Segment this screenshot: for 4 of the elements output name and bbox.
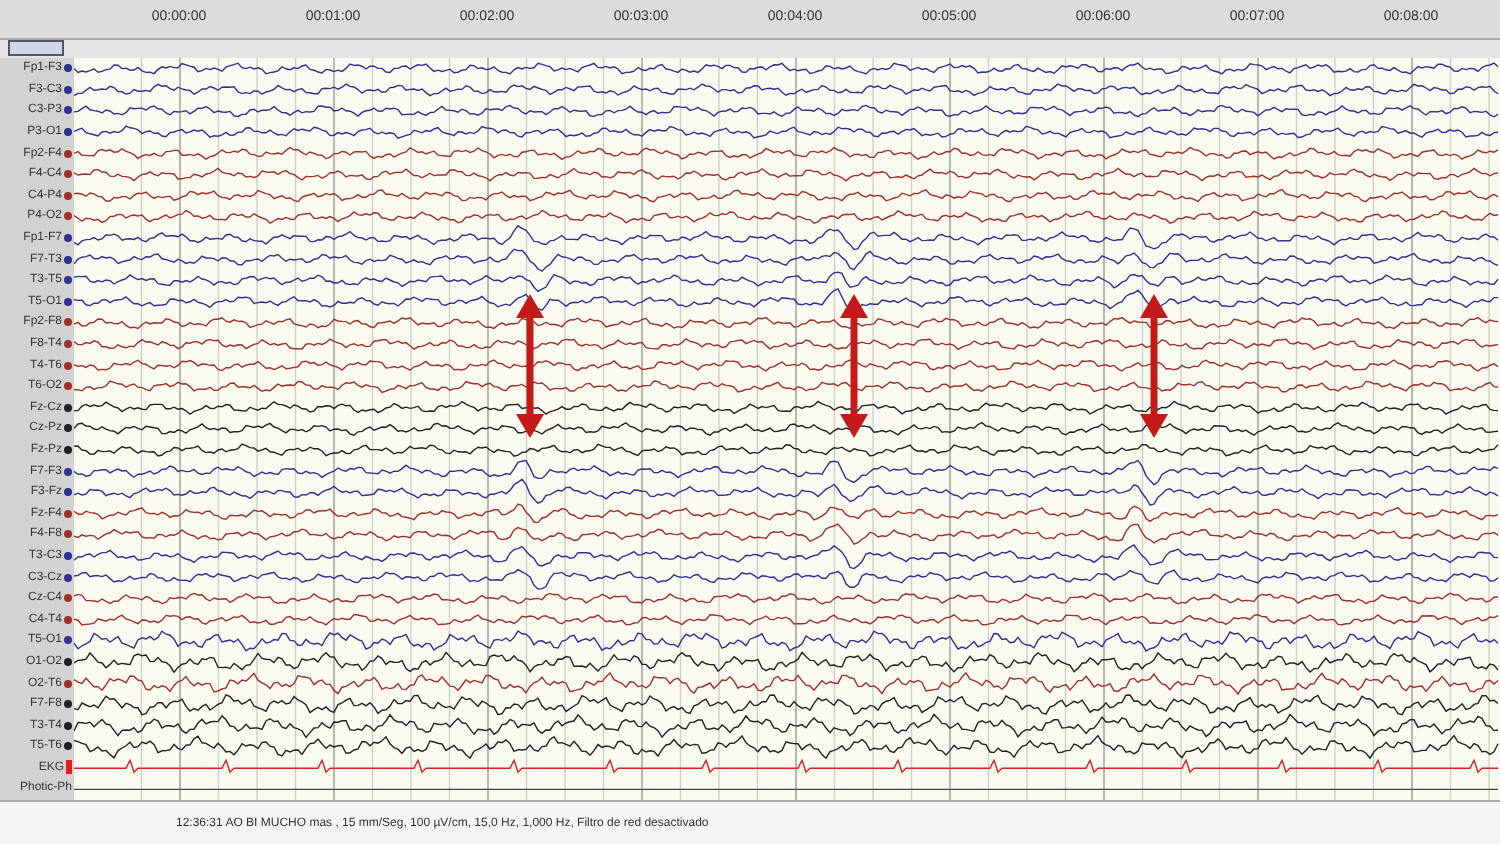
montage-button[interactable] [8,40,64,56]
double-arrow [1140,294,1168,438]
double-arrow [840,294,868,438]
double-arrow [516,294,544,438]
